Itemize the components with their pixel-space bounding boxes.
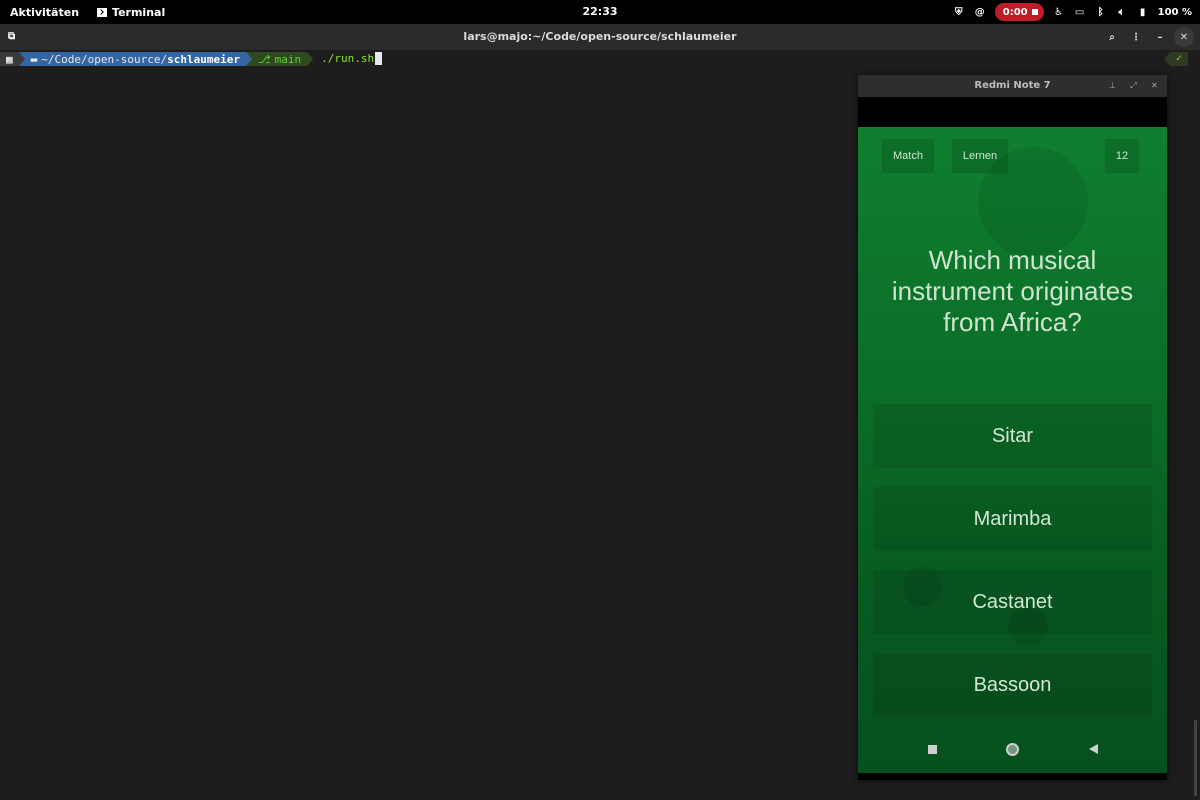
bluetooth-icon: ᛒ xyxy=(1097,6,1104,18)
terminal-window-title: lars@majo:~/Code/open-source/schlaumeier xyxy=(463,30,737,43)
os-segment: ▦ xyxy=(0,52,19,66)
pin-icon[interactable]: ⊥ xyxy=(1106,79,1119,92)
accessibility-icon[interactable]: ♿ xyxy=(1053,7,1065,18)
segment-separator xyxy=(307,52,314,66)
volume-icon: 🔈︎ xyxy=(1118,6,1125,18)
linux-icon: ▦ xyxy=(6,52,13,66)
home-icon[interactable] xyxy=(1006,742,1019,756)
recents-icon[interactable] xyxy=(927,744,937,754)
right-prompt: ✓ xyxy=(1163,52,1188,66)
answer-button[interactable]: Castanet xyxy=(873,570,1152,634)
learn-button[interactable]: Lernen xyxy=(952,139,1008,173)
minimize-icon[interactable]: – xyxy=(1150,27,1170,47)
answer-button[interactable]: Marimba xyxy=(873,487,1152,551)
shield-icon: ⛨ xyxy=(955,6,963,18)
phone-screen: Match Lernen 12 Which musical instrument… xyxy=(858,127,1167,773)
question-text: Which musical instrument originates from… xyxy=(891,245,1134,337)
answer-button[interactable]: Bassoon xyxy=(873,653,1152,717)
menu-icon[interactable]: ⋮ xyxy=(1126,27,1146,47)
display-icon: ▭ xyxy=(1074,6,1085,18)
scrollbar[interactable] xyxy=(1194,720,1197,796)
folder-icon: ▬ xyxy=(30,52,38,66)
close-icon[interactable]: ✕ xyxy=(1174,27,1194,47)
back-icon[interactable] xyxy=(1088,744,1098,754)
emulator-window-controls: ⊥ ⤢ ✕ xyxy=(1106,79,1161,92)
terminal-icon xyxy=(97,7,108,17)
android-nav-bar xyxy=(858,725,1167,773)
dir-current: schlaumeier xyxy=(167,52,240,66)
git-icon: ⎇ xyxy=(257,52,271,66)
app-menu-label: Terminal xyxy=(112,5,166,19)
shell-prompt: ▦ ▬ ~/Code/open-source/schlaumeier ⎇ mai… xyxy=(0,52,383,66)
score-badge: 12 xyxy=(1105,139,1139,173)
text-cursor xyxy=(375,52,383,65)
system-tray[interactable]: ⛨ @ 0:00 ♿ ▭ ᛒ 🔈︎ ▮ 100 % xyxy=(953,0,1192,24)
phone-status-bar xyxy=(858,97,1167,127)
at-icon: @ xyxy=(974,6,985,18)
emulator-title: Redmi Note 7 xyxy=(974,80,1051,91)
app-menu[interactable]: Terminal xyxy=(97,6,165,19)
search-icon[interactable]: ⌕ xyxy=(1102,27,1122,47)
command-text: ./run.sh xyxy=(321,52,375,65)
system-top-bar: Aktivitäten Terminal 22:33 ⛨ @ 0:00 ♿ ▭ … xyxy=(0,0,1200,24)
match-button[interactable]: Match xyxy=(882,139,934,173)
battery-icon: ▮ xyxy=(1139,6,1146,18)
git-segment: ⎇ main xyxy=(251,52,308,66)
activities-button[interactable]: Aktivitäten xyxy=(10,6,79,19)
maximize-icon[interactable]: ⤢ xyxy=(1127,79,1140,92)
recording-time: 0:00 xyxy=(1002,6,1028,18)
terminal-header-bar: ⧉ lars@majo:~/Code/open-source/schlaumei… xyxy=(0,24,1200,50)
header-buttons: ⌕ ⋮ – ✕ xyxy=(1102,27,1194,47)
directory-segment: ▬ ~/Code/open-source/schlaumeier xyxy=(24,52,246,66)
dir-prefix: ~/Code/open-source/ xyxy=(41,52,168,66)
git-branch: main xyxy=(274,52,302,66)
screen-recording-indicator[interactable]: 0:00 xyxy=(994,3,1044,21)
top-bar-left: Aktivitäten Terminal xyxy=(10,0,165,24)
status-ok-icon: ✓ xyxy=(1169,52,1188,66)
stop-icon xyxy=(1031,9,1038,15)
emulator-window: Redmi Note 7 ⊥ ⤢ ✕ Match Lernen 12 Which… xyxy=(858,75,1167,780)
answer-button[interactable]: Sitar xyxy=(873,404,1152,468)
battery-level: 100 % xyxy=(1157,6,1192,18)
close-icon[interactable]: ✕ xyxy=(1148,79,1161,92)
